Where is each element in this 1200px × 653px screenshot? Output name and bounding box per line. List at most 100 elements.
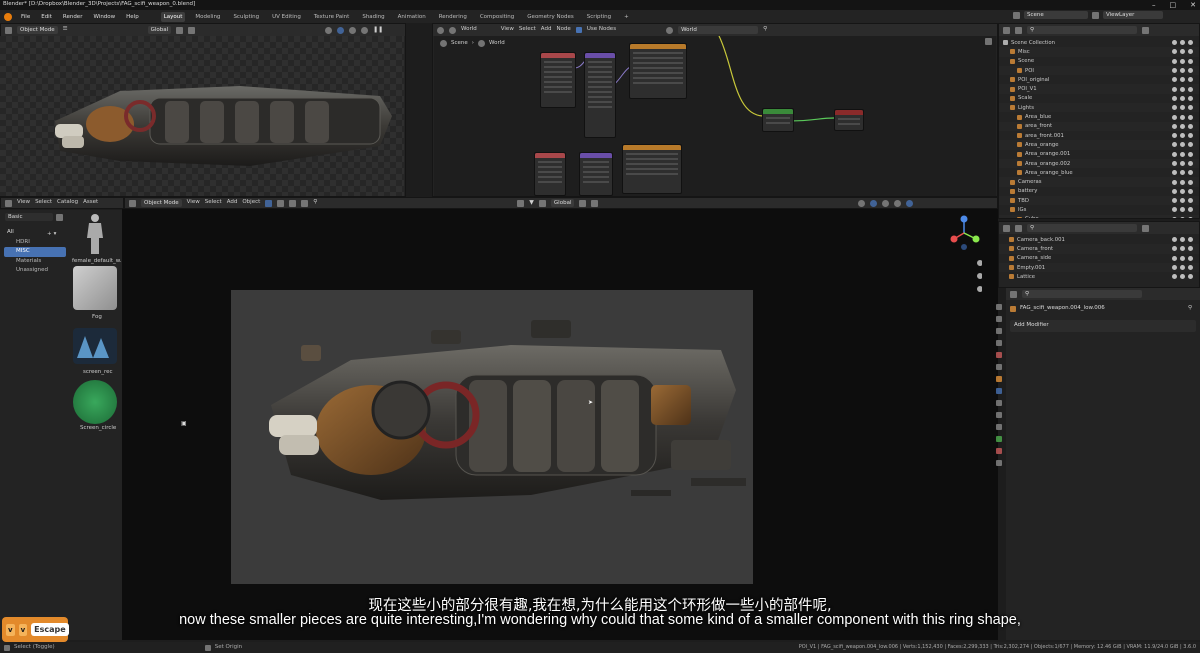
mapping-node[interactable]	[584, 52, 616, 138]
editor-type-icon[interactable]	[1003, 224, 1010, 232]
outliner-secondary-row[interactable]: Camera_front	[999, 244, 1199, 254]
eye-icon[interactable]	[1180, 77, 1185, 83]
outliner-row[interactable]: battery	[999, 187, 1199, 196]
visibility-toggles[interactable]	[1172, 179, 1193, 185]
modifier-tab-icon[interactable]	[996, 388, 1002, 394]
checkbox-icon[interactable]	[1172, 274, 1177, 280]
editor-type-icon[interactable]	[129, 199, 136, 207]
node-menu-view[interactable]: View	[501, 27, 514, 33]
properties-pin-icon[interactable]: ⚲	[1188, 306, 1196, 312]
checkbox-icon[interactable]	[1172, 68, 1177, 74]
visibility-toggles[interactable]	[1172, 86, 1193, 92]
eye-icon[interactable]	[1180, 161, 1185, 166]
display-mode-icon[interactable]	[1015, 224, 1022, 232]
visibility-toggles[interactable]	[1172, 95, 1193, 101]
outliner-row[interactable]: TBD	[999, 196, 1199, 206]
shading-rendered-icon[interactable]	[361, 26, 369, 34]
visibility-toggles[interactable]	[1172, 207, 1193, 213]
world-selector[interactable]: World	[678, 26, 759, 34]
eye-icon[interactable]	[1180, 265, 1185, 271]
eye-icon[interactable]	[1180, 68, 1185, 74]
camera-icon[interactable]	[1188, 188, 1193, 194]
checkbox-icon[interactable]	[1172, 216, 1177, 218]
camera-icon[interactable]	[1188, 58, 1193, 64]
camera-icon[interactable]	[1188, 198, 1193, 204]
eye-icon[interactable]	[1180, 123, 1185, 129]
refresh-icon[interactable]	[56, 213, 63, 221]
checkbox-icon[interactable]	[1172, 133, 1177, 139]
asset-menu-select[interactable]: Select	[35, 200, 52, 206]
outliner-row[interactable]: Scene	[999, 57, 1199, 66]
asset-female-default[interactable]	[73, 212, 117, 256]
outliner-secondary-row[interactable]: Camera_back.001	[999, 235, 1199, 244]
checkbox-icon[interactable]	[1172, 95, 1177, 101]
camera-icon[interactable]	[1188, 40, 1193, 46]
menu-help[interactable]: Help	[124, 13, 141, 21]
eye-icon[interactable]	[1180, 114, 1185, 120]
visibility-toggles[interactable]	[1172, 58, 1193, 64]
node-menu-add[interactable]: Add	[541, 27, 552, 33]
eye-icon[interactable]	[1180, 86, 1185, 92]
menu-edit[interactable]: Edit	[39, 13, 54, 21]
output-tab-icon[interactable]	[996, 328, 1002, 334]
wireframe-shading-icon[interactable]	[882, 199, 890, 207]
tab-compositing[interactable]: Compositing	[477, 12, 517, 22]
pin-icon[interactable]: ⚲	[763, 27, 767, 33]
xray-icon[interactable]	[870, 199, 878, 207]
data-tab-icon[interactable]	[996, 436, 1002, 442]
camera-icon[interactable]	[1188, 133, 1193, 139]
camera-icon[interactable]	[1188, 265, 1193, 271]
editor-type-icon[interactable]	[1003, 26, 1010, 34]
outliner-secondary-row[interactable]: Camera_side	[999, 254, 1199, 263]
asset-menu-catalog[interactable]: Catalog	[57, 200, 78, 206]
visibility-toggles[interactable]	[1172, 161, 1193, 166]
camera-icon[interactable]	[1188, 274, 1193, 280]
visibility-toggles[interactable]	[1172, 49, 1193, 55]
eye-icon[interactable]	[1180, 198, 1185, 204]
tab-modeling[interactable]: Modeling	[192, 12, 223, 22]
menu-file[interactable]: File	[19, 13, 32, 21]
camera-icon[interactable]	[1188, 142, 1193, 148]
select-box-icon[interactable]	[265, 199, 273, 207]
catalog-hdri[interactable]: HDRI	[4, 238, 66, 248]
tab-texture-paint[interactable]: Texture Paint	[311, 12, 353, 22]
checkbox-icon[interactable]	[1172, 188, 1177, 194]
camera-icon[interactable]	[1188, 179, 1193, 185]
outliner-row[interactable]: Cube	[999, 214, 1199, 218]
visibility-toggles[interactable]	[1172, 142, 1193, 148]
node-menu-select[interactable]: Select	[519, 27, 536, 33]
viewport-search-icon[interactable]: ⚲	[313, 200, 317, 206]
menu-render[interactable]: Render	[61, 13, 85, 21]
checkbox-icon[interactable]	[1172, 237, 1177, 243]
visibility-toggles[interactable]	[1172, 68, 1193, 74]
properties-search-input[interactable]: ⚲	[1022, 290, 1142, 298]
checkbox-icon[interactable]	[1172, 114, 1177, 120]
eye-icon[interactable]	[1180, 151, 1185, 157]
checkbox-icon[interactable]	[1172, 49, 1177, 55]
tab-animation[interactable]: Animation	[395, 12, 429, 22]
tab-shading[interactable]: Shading	[359, 12, 387, 22]
outliner-row[interactable]: Scale	[999, 94, 1199, 103]
visibility-toggles[interactable]	[1172, 151, 1193, 157]
checkbox-icon[interactable]	[1172, 86, 1177, 92]
asset-screen-rec[interactable]	[73, 328, 117, 364]
camera-icon[interactable]	[1188, 105, 1193, 111]
maximize-icon[interactable]: □	[1170, 1, 1177, 9]
eye-icon[interactable]	[1180, 237, 1185, 243]
orientation-dropdown[interactable]: Global	[147, 26, 172, 34]
visibility-toggles[interactable]	[1172, 265, 1193, 271]
viewport-menu-object[interactable]: Object	[242, 200, 260, 206]
camera-icon[interactable]	[1188, 68, 1193, 74]
eye-icon[interactable]	[1180, 170, 1185, 176]
checkbox-icon[interactable]	[1172, 265, 1177, 271]
checkbox-icon[interactable]	[1172, 105, 1177, 111]
outliner-row[interactable]: Lights	[999, 103, 1199, 113]
outliner-secondary-search-input[interactable]: ⚲	[1027, 224, 1137, 232]
catalog-unassigned[interactable]: Unassigned	[4, 266, 66, 276]
visibility-toggles[interactable]	[1172, 274, 1193, 280]
material-tab-icon[interactable]	[996, 448, 1002, 454]
camera-icon[interactable]	[1188, 207, 1193, 213]
texture-tab-icon[interactable]	[996, 460, 1002, 466]
camera-icon[interactable]	[1188, 49, 1193, 55]
visibility-toggles[interactable]	[1172, 237, 1193, 243]
